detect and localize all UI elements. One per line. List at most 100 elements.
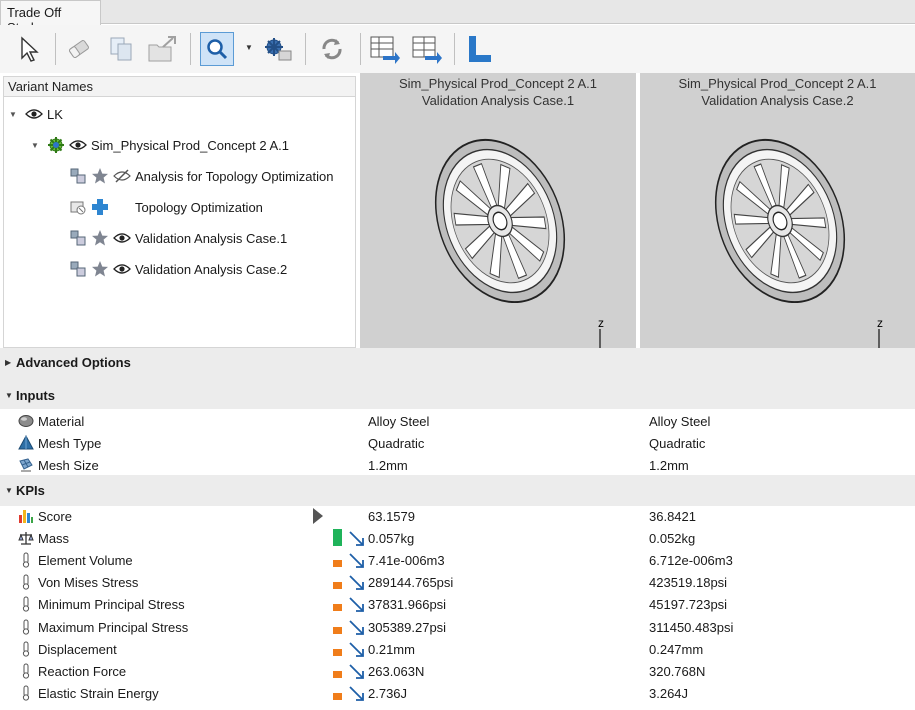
play-marker-icon[interactable] (312, 507, 324, 528)
kpi-row-minimum-principal-stress[interactable]: Minimum Principal Stress 37831.966psi 4519… (0, 593, 915, 615)
property-name: Mass (38, 530, 70, 546)
star-icon[interactable] (91, 229, 109, 247)
section-title: Inputs (16, 387, 55, 403)
chevron-down-icon[interactable]: ▼ (245, 43, 253, 52)
toolbar-separator (454, 33, 455, 65)
thermometer-icon (18, 663, 34, 679)
value-variant-1: Quadratic (368, 435, 425, 451)
kpi-row-score[interactable]: Score 63.1579 36.8421 (0, 505, 915, 527)
eye-icon[interactable] (113, 229, 131, 247)
axis-z-label: z (877, 319, 883, 330)
viewport-case-2[interactable]: Sim_Physical Prod_Concept 2 A.1 Validati… (640, 73, 915, 377)
value-variant-2: 0.247mm (649, 641, 704, 657)
inputs-section[interactable]: ▼ Inputs (0, 384, 915, 406)
kpi-row-displacement[interactable]: Displacement 0.21mm 0.247mm (0, 638, 915, 660)
tree-node-label: Analysis for Topology Optimization (135, 168, 334, 184)
tree-node-sim-physical[interactable]: ▼ Sim_Physical Prod_Concept 2 A.1 (31, 134, 289, 156)
trend-down-arrow-icon (348, 619, 366, 640)
value-variant-2: 6.712e-006m3 (649, 552, 733, 568)
tree-node-validation-case-1[interactable]: Validation Analysis Case.1 (69, 227, 287, 249)
tree-node-label: Sim_Physical Prod_Concept 2 A.1 (91, 137, 289, 153)
kpis-section[interactable]: ▼ KPIs (0, 479, 915, 501)
tree-node-label: Validation Analysis Case.1 (135, 230, 288, 246)
simulation-gear-icon (47, 136, 65, 154)
hidden-eye-icon[interactable] (113, 167, 131, 185)
advanced-options-section[interactable]: ▶ Advanced Options (0, 351, 915, 373)
value-variant-1: 2.736J (368, 685, 408, 701)
trend-down-arrow-icon (348, 530, 366, 551)
plus-icon[interactable] (91, 198, 109, 216)
value-variant-1: 1.2mm (368, 457, 408, 473)
copy-icon[interactable] (104, 32, 138, 66)
value-variant-1: 0.21mm (368, 641, 415, 657)
trade-off-study-window: Trade Off Study ▼ (0, 0, 915, 710)
thermometer-icon (18, 552, 34, 568)
corner-shape-icon[interactable] (462, 32, 496, 66)
table-export-icon[interactable] (410, 32, 444, 66)
table-import-icon[interactable] (368, 32, 402, 66)
export-folder-icon[interactable] (146, 32, 180, 66)
kpi-row-mass[interactable]: Mass 0.057kg 0.052kg (0, 527, 915, 549)
kpi-row-maximum-principal-stress[interactable]: Maximum Principal Stress 305389.27psi 3114… (0, 616, 915, 638)
trend-down-arrow-icon (348, 641, 366, 662)
kpi-row-von-mises-stress[interactable]: Von Mises Stress 289144.765psi 423519.18ps… (0, 571, 915, 593)
expand-arrow-icon[interactable]: ▼ (9, 110, 19, 119)
kpi-level-marker (333, 627, 342, 634)
eye-icon[interactable] (69, 136, 87, 154)
kpi-level-marker (333, 693, 342, 700)
value-variant-1: 305389.27psi (368, 619, 447, 635)
value-variant-1: 63.1579 (368, 508, 415, 524)
tree-node-topology-optimization[interactable]: Topology Optimization (69, 196, 263, 218)
material-icon (18, 413, 34, 429)
viewport-title: Sim_Physical Prod_Concept 2 A.1 Validati… (360, 75, 636, 109)
property-name: Reaction Force (38, 663, 127, 679)
tree-node-label: Topology Optimization (135, 199, 263, 215)
viewport-title-line2: Validation Analysis Case.2 (701, 93, 854, 108)
trend-down-arrow-icon (348, 663, 366, 684)
expand-arrow-icon[interactable]: ▼ (31, 141, 41, 150)
value-variant-2: 311450.483psi (649, 619, 734, 635)
property-name: Von Mises Stress (38, 574, 139, 590)
thermometer-icon (18, 574, 34, 590)
value-variant-1: 0.057kg (368, 530, 415, 546)
analysis-case-icon (69, 167, 87, 185)
toolbar-separator (190, 33, 191, 65)
value-variant-2: Alloy Steel (649, 413, 711, 429)
eye-icon[interactable] (25, 105, 43, 123)
input-row-material[interactable]: Material Alloy Steel Alloy Steel (0, 410, 915, 432)
settings-gear-icon[interactable] (260, 32, 294, 66)
viewport-title-line1: Sim_Physical Prod_Concept 2 A.1 (399, 76, 597, 91)
property-name: Element Volume (38, 552, 133, 568)
kpi-row-element-volume[interactable]: Element Volume 7.41e-006m3 6.712e-006m3 (0, 549, 915, 571)
section-title: KPIs (16, 482, 45, 498)
input-row-mesh-size[interactable]: Mesh Size 1.2mm 1.2mm (0, 454, 915, 476)
kpi-row-elastic-strain-energy[interactable]: Elastic Strain Energy 2.736J 3.264J (0, 682, 915, 704)
kpi-level-marker (333, 560, 342, 567)
tree-node-validation-case-2[interactable]: Validation Analysis Case.2 (69, 258, 287, 280)
eraser-icon[interactable] (62, 32, 96, 66)
viewport-case-1[interactable]: Sim_Physical Prod_Concept 2 A.1 Validati… (360, 73, 636, 377)
select-arrow-icon[interactable] (12, 32, 46, 66)
trend-down-arrow-icon (348, 596, 366, 617)
trend-down-arrow-icon (348, 574, 366, 595)
tree-node-label: Validation Analysis Case.2 (135, 261, 288, 277)
input-row-mesh-type[interactable]: Mesh Type Quadratic Quadratic (0, 432, 915, 454)
eye-icon[interactable] (113, 260, 131, 278)
tree-node-analysis-topology[interactable]: Analysis for Topology Optimization (69, 165, 333, 187)
zoom-search-icon[interactable] (200, 32, 234, 66)
axis-z-label: z (598, 319, 604, 330)
tree-node-root[interactable]: ▼ LK (9, 103, 63, 125)
star-icon[interactable] (91, 167, 109, 185)
trend-down-arrow-icon (348, 552, 366, 573)
topology-case-icon (69, 198, 87, 216)
tab-trade-off-study[interactable]: Trade Off Study (0, 0, 101, 35)
tree-node-label: LK (47, 106, 63, 122)
mesh-size-icon (18, 457, 34, 473)
kpi-row-reaction-force[interactable]: Reaction Force 263.063N 320.768N (0, 660, 915, 682)
collapse-arrow-icon[interactable]: ▼ (5, 486, 16, 495)
expand-arrow-icon[interactable]: ▶ (5, 358, 16, 367)
collapse-arrow-icon[interactable]: ▼ (5, 391, 16, 400)
property-name: Mesh Size (38, 457, 99, 473)
refresh-icon[interactable] (315, 32, 349, 66)
star-icon[interactable] (91, 260, 109, 278)
